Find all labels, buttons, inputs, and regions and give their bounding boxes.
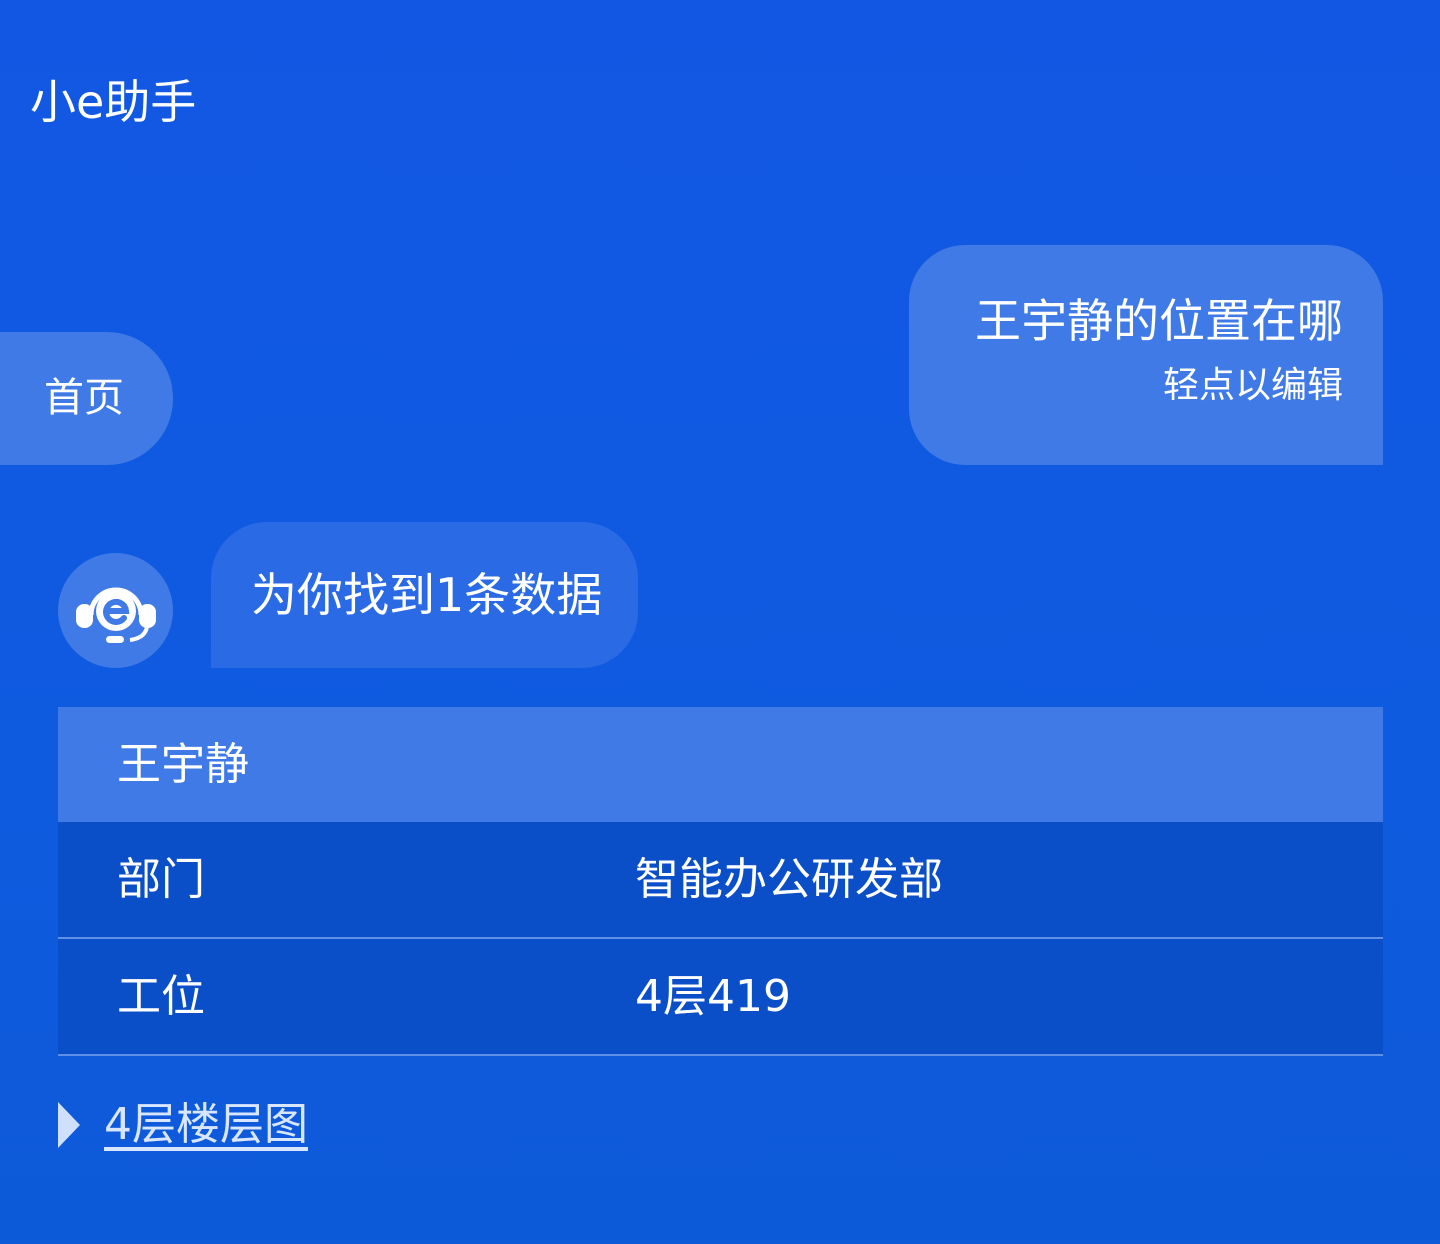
bot-message-bubble: 为你找到1条数据	[211, 522, 638, 668]
edit-hint[interactable]: 轻点以编辑	[909, 363, 1343, 409]
user-query-text: 王宇静的位置在哪	[975, 294, 1343, 348]
triangle-right-icon	[58, 1102, 80, 1148]
result-row-department: 部门 智能办公研发部	[58, 822, 1383, 939]
result-card: 王宇静 部门 智能办公研发部 工位 4层419	[58, 707, 1383, 1056]
result-row-workstation: 工位 4层419	[58, 939, 1383, 1056]
floor-map-link-text[interactable]: 4层楼层图	[104, 1095, 308, 1155]
row-value: 4层419	[635, 971, 791, 1022]
user-message-bubble[interactable]: 王宇静的位置在哪 轻点以编辑	[909, 245, 1383, 465]
app-title: 小e助手	[30, 75, 197, 129]
home-button[interactable]: 首页	[0, 332, 173, 465]
assistant-avatar	[58, 553, 173, 668]
row-value: 智能办公研发部	[635, 854, 943, 905]
floor-map-link[interactable]: 4层楼层图	[58, 1095, 308, 1155]
row-label: 部门	[117, 854, 205, 905]
result-card-name: 王宇静	[58, 707, 1383, 822]
row-label: 工位	[117, 971, 205, 1022]
headset-e-icon	[76, 587, 156, 643]
